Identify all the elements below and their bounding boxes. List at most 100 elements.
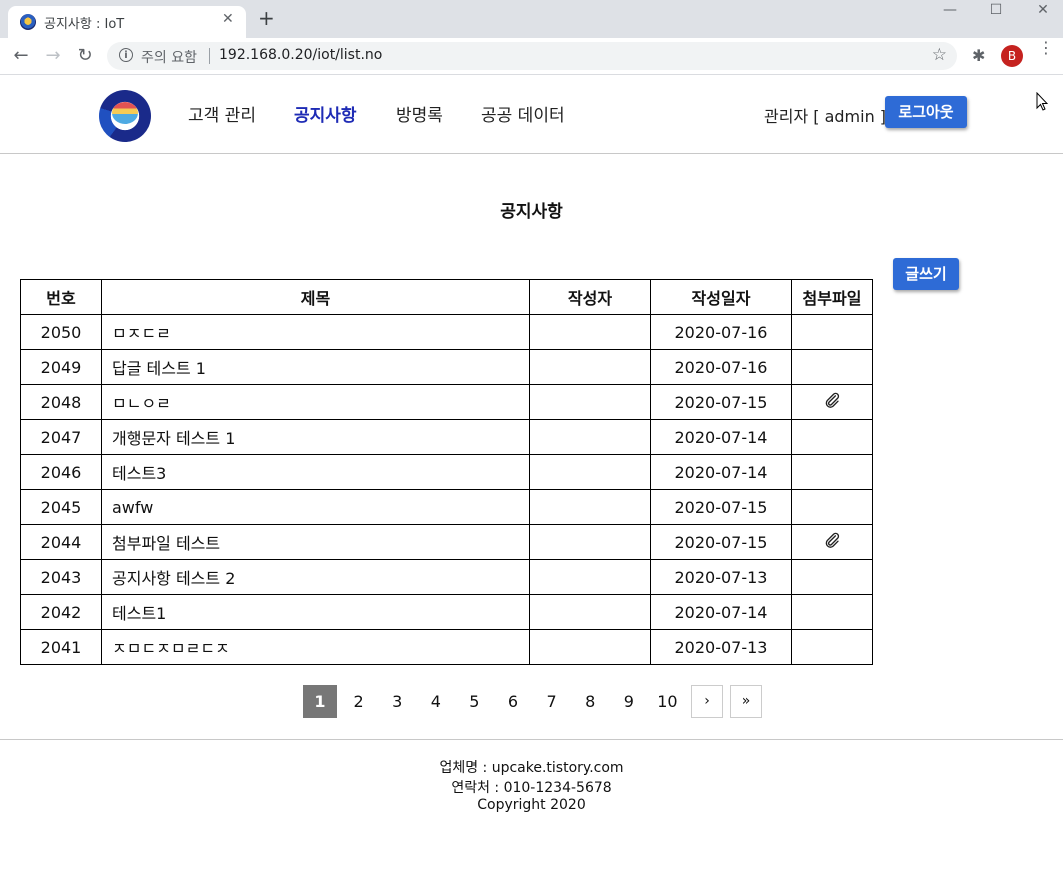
logout-button[interactable]: 로그아웃 [885, 96, 967, 128]
url-text[interactable]: 192.168.0.20/iot/list.no [219, 47, 382, 63]
row-date: 2020-07-14 [650, 419, 792, 455]
page-link[interactable]: 10 [650, 685, 684, 718]
row-attachment [791, 594, 873, 630]
page-link[interactable]: 2 [342, 685, 376, 718]
row-number: 2048 [20, 384, 102, 420]
nav-public-data[interactable]: 공공 데이터 [481, 101, 565, 126]
tab-title: 공지사항 : IoT [44, 17, 125, 32]
row-title-link[interactable]: 공지사항 테스트 2 [101, 559, 530, 595]
next-page-button[interactable]: › [691, 685, 723, 718]
new-tab-icon[interactable]: + [258, 8, 275, 28]
row-date: 2020-07-13 [650, 629, 792, 665]
address-bar[interactable]: i 주의 요함 192.168.0.20/iot/list.no ☆ [107, 42, 957, 70]
row-attachment [791, 349, 873, 385]
site-logo[interactable] [99, 90, 151, 142]
row-writer [529, 594, 651, 630]
column-header-title: 제목 [101, 279, 530, 315]
row-title-link[interactable]: ㅁㅈㄷㄹ [101, 314, 530, 350]
row-title-link[interactable]: 테스트1 [101, 594, 530, 630]
page-link[interactable]: 7 [535, 685, 569, 718]
row-number: 2050 [20, 314, 102, 350]
column-header-number: 번호 [20, 279, 102, 315]
row-attachment [791, 384, 873, 420]
column-header-date: 작성일자 [650, 279, 792, 315]
row-date: 2020-07-16 [650, 314, 792, 350]
row-date: 2020-07-15 [650, 489, 792, 525]
row-number: 2041 [20, 629, 102, 665]
extensions-icon[interactable]: ✱ [972, 46, 985, 65]
table-row[interactable]: 2049 답글 테스트 1 2020-07-16 [20, 349, 873, 385]
row-title-link[interactable]: 개행문자 테스트 1 [101, 419, 530, 455]
back-icon[interactable]: ← [9, 44, 33, 68]
window-close-icon[interactable]: ✕ [1028, 2, 1058, 18]
row-writer [529, 524, 651, 560]
table-row[interactable]: 2044 첨부파일 테스트 2020-07-15 [20, 524, 873, 560]
row-attachment [791, 419, 873, 455]
column-header-attachment: 첨부파일 [791, 279, 873, 315]
page-link[interactable]: 1 [303, 685, 337, 718]
browser-tab[interactable]: 공지사항 : IoT ✕ [8, 6, 246, 38]
maximize-icon[interactable]: ☐ [981, 2, 1011, 18]
page-link[interactable]: 6 [496, 685, 530, 718]
row-writer [529, 314, 651, 350]
row-title-link[interactable]: 답글 테스트 1 [101, 349, 530, 385]
page-link[interactable]: 8 [573, 685, 607, 718]
notice-table: 번호 제목 작성자 작성일자 첨부파일 2050 ㅁㅈㄷㄹ 2020-07-16 20… [20, 279, 873, 665]
row-title-link[interactable]: awfw [101, 489, 530, 525]
table-row[interactable]: 2050 ㅁㅈㄷㄹ 2020-07-16 [20, 314, 873, 350]
forward-icon[interactable]: → [41, 44, 65, 68]
table-row[interactable]: 2041 ㅈㅁㄷㅈㅁㄹㄷㅈ 2020-07-13 [20, 629, 873, 665]
nav-customer-management[interactable]: 고객 관리 [188, 101, 256, 126]
nav-notice[interactable]: 공지사항 [294, 101, 357, 126]
last-page-button[interactable]: » [730, 685, 762, 718]
table-row[interactable]: 2047 개행문자 테스트 1 2020-07-14 [20, 419, 873, 455]
close-tab-icon[interactable]: ✕ [222, 11, 234, 27]
table-row[interactable]: 2045 awfw 2020-07-15 [20, 489, 873, 525]
write-button[interactable]: 글쓰기 [893, 258, 959, 290]
bookmark-star-icon[interactable]: ☆ [932, 45, 947, 65]
page-title: 공지사항 [500, 202, 563, 222]
row-title-link[interactable]: 테스트3 [101, 454, 530, 490]
row-title-link[interactable]: ㅈㅁㄷㅈㅁㄹㄷㅈ [101, 629, 530, 665]
row-attachment [791, 314, 873, 350]
row-date: 2020-07-15 [650, 384, 792, 420]
row-title-link[interactable]: ㅁㄴㅇㄹ [101, 384, 530, 420]
row-number: 2043 [20, 559, 102, 595]
profile-avatar[interactable]: B [1001, 45, 1023, 67]
row-date: 2020-07-13 [650, 559, 792, 595]
footer-contact: 연락처 : 010-1234-5678 [451, 780, 612, 796]
logo-emblem [112, 102, 138, 124]
browser-tabstrip: 공지사항 : IoT ✕ + — ☐ ✕ [0, 0, 1063, 38]
favicon-icon [20, 14, 36, 30]
table-row[interactable]: 2042 테스트1 2020-07-14 [20, 594, 873, 630]
row-date: 2020-07-15 [650, 524, 792, 560]
page-link[interactable]: 4 [419, 685, 453, 718]
mouse-cursor-icon [1036, 91, 1049, 116]
admin-label: 관리자 [ admin ] [764, 107, 887, 126]
minimize-icon[interactable]: — [935, 2, 965, 18]
row-title-link[interactable]: 첨부파일 테스트 [101, 524, 530, 560]
info-icon[interactable]: i [119, 48, 133, 62]
row-attachment [791, 629, 873, 665]
row-number: 2047 [20, 419, 102, 455]
table-row[interactable]: 2043 공지사항 테스트 2 2020-07-13 [20, 559, 873, 595]
row-attachment [791, 489, 873, 525]
footer-company: 업체명 : upcake.tistory.com [439, 760, 624, 776]
table-row[interactable]: 2046 테스트3 2020-07-14 [20, 454, 873, 490]
row-writer [529, 384, 651, 420]
page-link[interactable]: 9 [612, 685, 646, 718]
divider [209, 48, 210, 64]
row-writer [529, 349, 651, 385]
page-link[interactable]: 5 [457, 685, 491, 718]
reload-icon[interactable]: ↻ [73, 44, 97, 68]
nav-guestbook[interactable]: 방명록 [396, 101, 443, 126]
row-attachment [791, 559, 873, 595]
browser-menu-icon[interactable]: ⋮ [1038, 40, 1054, 56]
security-status[interactable]: 주의 요함 [141, 47, 197, 67]
page-link[interactable]: 3 [380, 685, 414, 718]
paperclip-icon[interactable] [823, 532, 841, 553]
row-date: 2020-07-16 [650, 349, 792, 385]
row-number: 2044 [20, 524, 102, 560]
table-row[interactable]: 2048 ㅁㄴㅇㄹ 2020-07-15 [20, 384, 873, 420]
paperclip-icon[interactable] [823, 392, 841, 413]
